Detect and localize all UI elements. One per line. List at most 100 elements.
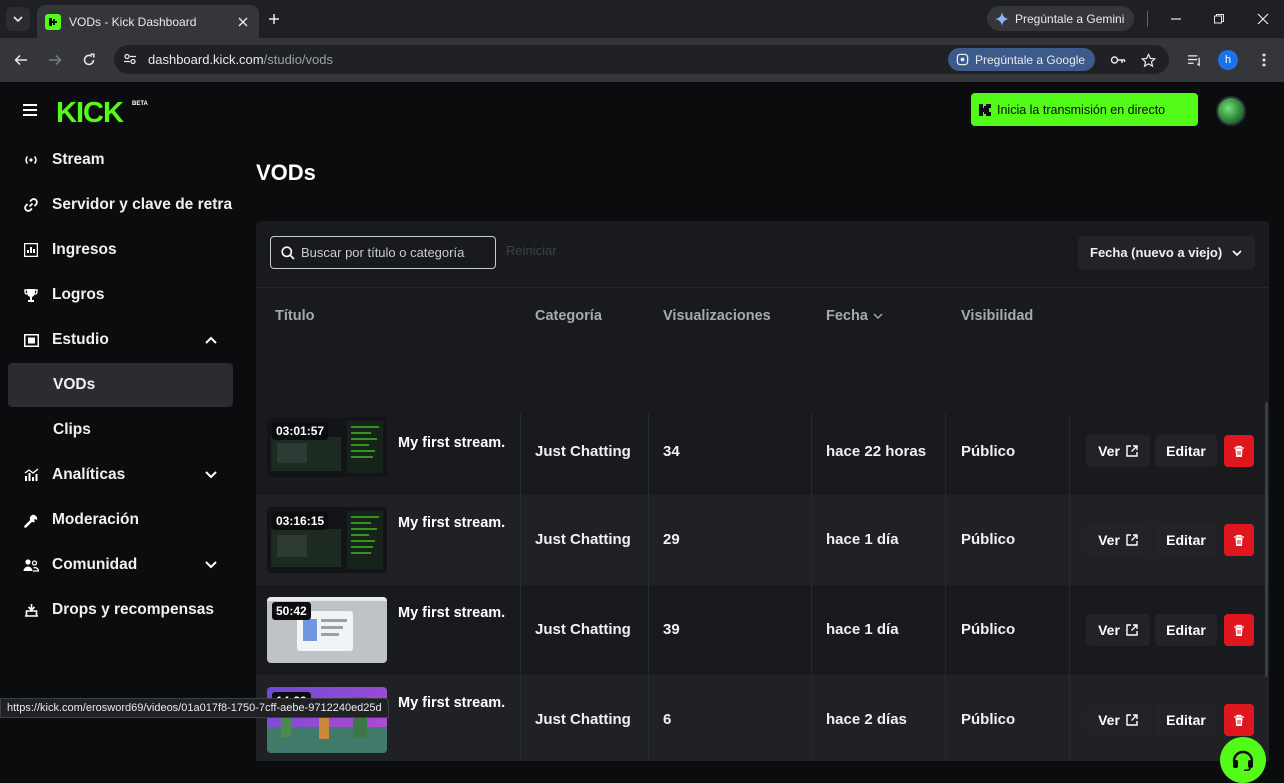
ask-google-label: Pregúntale a Google (975, 52, 1086, 67)
menu-hamburger-icon[interactable] (22, 102, 40, 118)
edit-button[interactable]: Editar (1155, 614, 1217, 646)
start-stream-button[interactable]: Inicia la transmisión en directo (971, 93, 1198, 126)
vod-thumbnail[interactable]: 03:16:15 (267, 507, 387, 573)
sidebar-item-stream[interactable]: Stream (8, 138, 233, 182)
chevron-down-icon (205, 561, 217, 569)
kick-favicon-icon (45, 13, 61, 30)
gemini-button[interactable]: Pregúntale a Gemini (987, 6, 1135, 31)
kick-logo[interactable]: KICK BETA (56, 96, 152, 126)
view-label: Ver (1098, 532, 1120, 548)
sidebar-item-comunidad[interactable]: Comunidad (8, 543, 233, 587)
vod-category: Just Chatting (535, 621, 631, 638)
edit-button[interactable]: Editar (1155, 704, 1217, 736)
vod-thumbnail[interactable]: 14:29 (267, 687, 387, 753)
column-divider (1069, 495, 1070, 585)
tab-search-button[interactable] (6, 7, 30, 31)
sidebar-item-label: VODs (53, 376, 96, 393)
site-settings-icon[interactable] (121, 50, 139, 68)
sidebar-item-stream-key[interactable]: Servidor y clave de retransmisión (8, 183, 233, 227)
vod-views: 39 (663, 621, 680, 638)
bookmark-star-icon[interactable] (1138, 50, 1158, 70)
sidebar-item-label: Analíticas (52, 466, 126, 483)
vod-thumbnail[interactable]: 50:42 (267, 597, 387, 663)
sidebar-item-ingresos[interactable]: Ingresos (8, 228, 233, 272)
delete-button[interactable] (1224, 435, 1254, 467)
sidebar-item-clips[interactable]: Clips (8, 408, 233, 452)
edit-button[interactable]: Editar (1155, 435, 1217, 467)
column-divider (811, 413, 812, 503)
people-icon (22, 556, 40, 574)
arrow-left-icon (14, 54, 27, 66)
view-button[interactable]: Ver (1086, 614, 1150, 646)
forward-button[interactable] (44, 49, 66, 71)
view-label: Ver (1098, 622, 1120, 638)
column-divider (648, 675, 649, 761)
sort-label: Fecha (nuevo a viejo) (1090, 245, 1223, 260)
kick-k-icon (979, 103, 991, 116)
browser-tab-active[interactable]: VODs - Kick Dashboard (37, 5, 259, 38)
vod-date: hace 1 día (826, 531, 899, 548)
view-button[interactable]: Ver (1086, 435, 1150, 467)
headset-icon (1232, 750, 1254, 771)
close-window-button[interactable] (1253, 9, 1273, 29)
header-date[interactable]: Fecha (826, 308, 884, 324)
delete-button[interactable] (1224, 614, 1254, 646)
profile-avatar[interactable]: h (1218, 50, 1238, 70)
restore-button[interactable] (1209, 9, 1229, 29)
sidebar-item-label: Logros (52, 286, 105, 303)
column-divider (811, 495, 812, 585)
sidebar-item-label: Moderación (52, 511, 139, 528)
edit-button[interactable]: Editar (1155, 524, 1217, 556)
sidebar-item-label: Comunidad (52, 556, 138, 573)
password-key-icon[interactable] (1108, 50, 1128, 70)
view-button[interactable]: Ver (1086, 524, 1150, 556)
help-chat-button[interactable] (1220, 737, 1266, 783)
sidebar-item-analiticas[interactable]: Analíticas (8, 453, 233, 497)
start-stream-label: Inicia la transmisión en directo (997, 102, 1166, 117)
new-tab-button[interactable] (264, 9, 284, 29)
sidebar-item-estudio[interactable]: Estudio (8, 318, 233, 362)
column-divider (648, 495, 649, 585)
sidebar-item-label: Drops y recompensas (52, 601, 214, 618)
sidebar-item-moderacion[interactable]: Moderación (8, 498, 233, 542)
table-row: 14:29 My first stream. Just Chatting 6 h… (256, 675, 1269, 761)
sidebar-item-label: Servidor y clave de retransmisión (52, 196, 233, 213)
search-icon (281, 245, 295, 260)
reading-list-icon[interactable] (1184, 50, 1204, 70)
user-avatar[interactable] (1216, 96, 1246, 126)
vod-title[interactable]: My first stream. (398, 695, 508, 711)
ask-google-button[interactable]: Pregúntale a Google (948, 48, 1096, 71)
vod-thumbnail[interactable]: 03:01:57 (267, 417, 387, 477)
arrow-right-icon (49, 54, 62, 66)
column-divider (945, 585, 946, 675)
header-date-label: Fecha (826, 308, 868, 324)
reset-button[interactable]: Reiniciar (506, 243, 557, 258)
vod-title[interactable]: My first stream. (398, 515, 508, 531)
sidebar-item-drops[interactable]: Drops y recompensas (8, 588, 233, 632)
browser-menu-icon[interactable] (1254, 50, 1274, 70)
table-row: 03:16:15 My first stream. Just Chatting … (256, 495, 1269, 585)
minimize-button[interactable] (1166, 9, 1186, 29)
sidebar-item-vods[interactable]: VODs (8, 363, 233, 407)
reload-button[interactable] (78, 49, 100, 71)
vod-title[interactable]: My first stream. (398, 435, 508, 451)
sort-dropdown[interactable]: Fecha (nuevo a viejo) (1078, 236, 1255, 269)
column-divider (520, 495, 521, 585)
back-button[interactable] (10, 49, 32, 71)
chart-icon (22, 241, 40, 259)
column-divider (945, 413, 946, 503)
search-box[interactable] (270, 236, 496, 269)
tab-close-icon[interactable] (235, 14, 251, 30)
external-link-icon (1126, 714, 1138, 726)
delete-button[interactable] (1224, 704, 1254, 736)
column-divider (811, 585, 812, 675)
sidebar-item-label: Clips (53, 421, 91, 438)
delete-button[interactable] (1224, 524, 1254, 556)
vod-title[interactable]: My first stream. (398, 605, 508, 621)
sidebar-item-logros[interactable]: Logros (8, 273, 233, 317)
table-scrollbar[interactable] (1265, 402, 1268, 677)
view-button[interactable]: Ver (1086, 704, 1150, 736)
column-divider (945, 495, 946, 585)
search-input[interactable] (301, 245, 491, 260)
vod-visibility: Público (961, 443, 1016, 460)
